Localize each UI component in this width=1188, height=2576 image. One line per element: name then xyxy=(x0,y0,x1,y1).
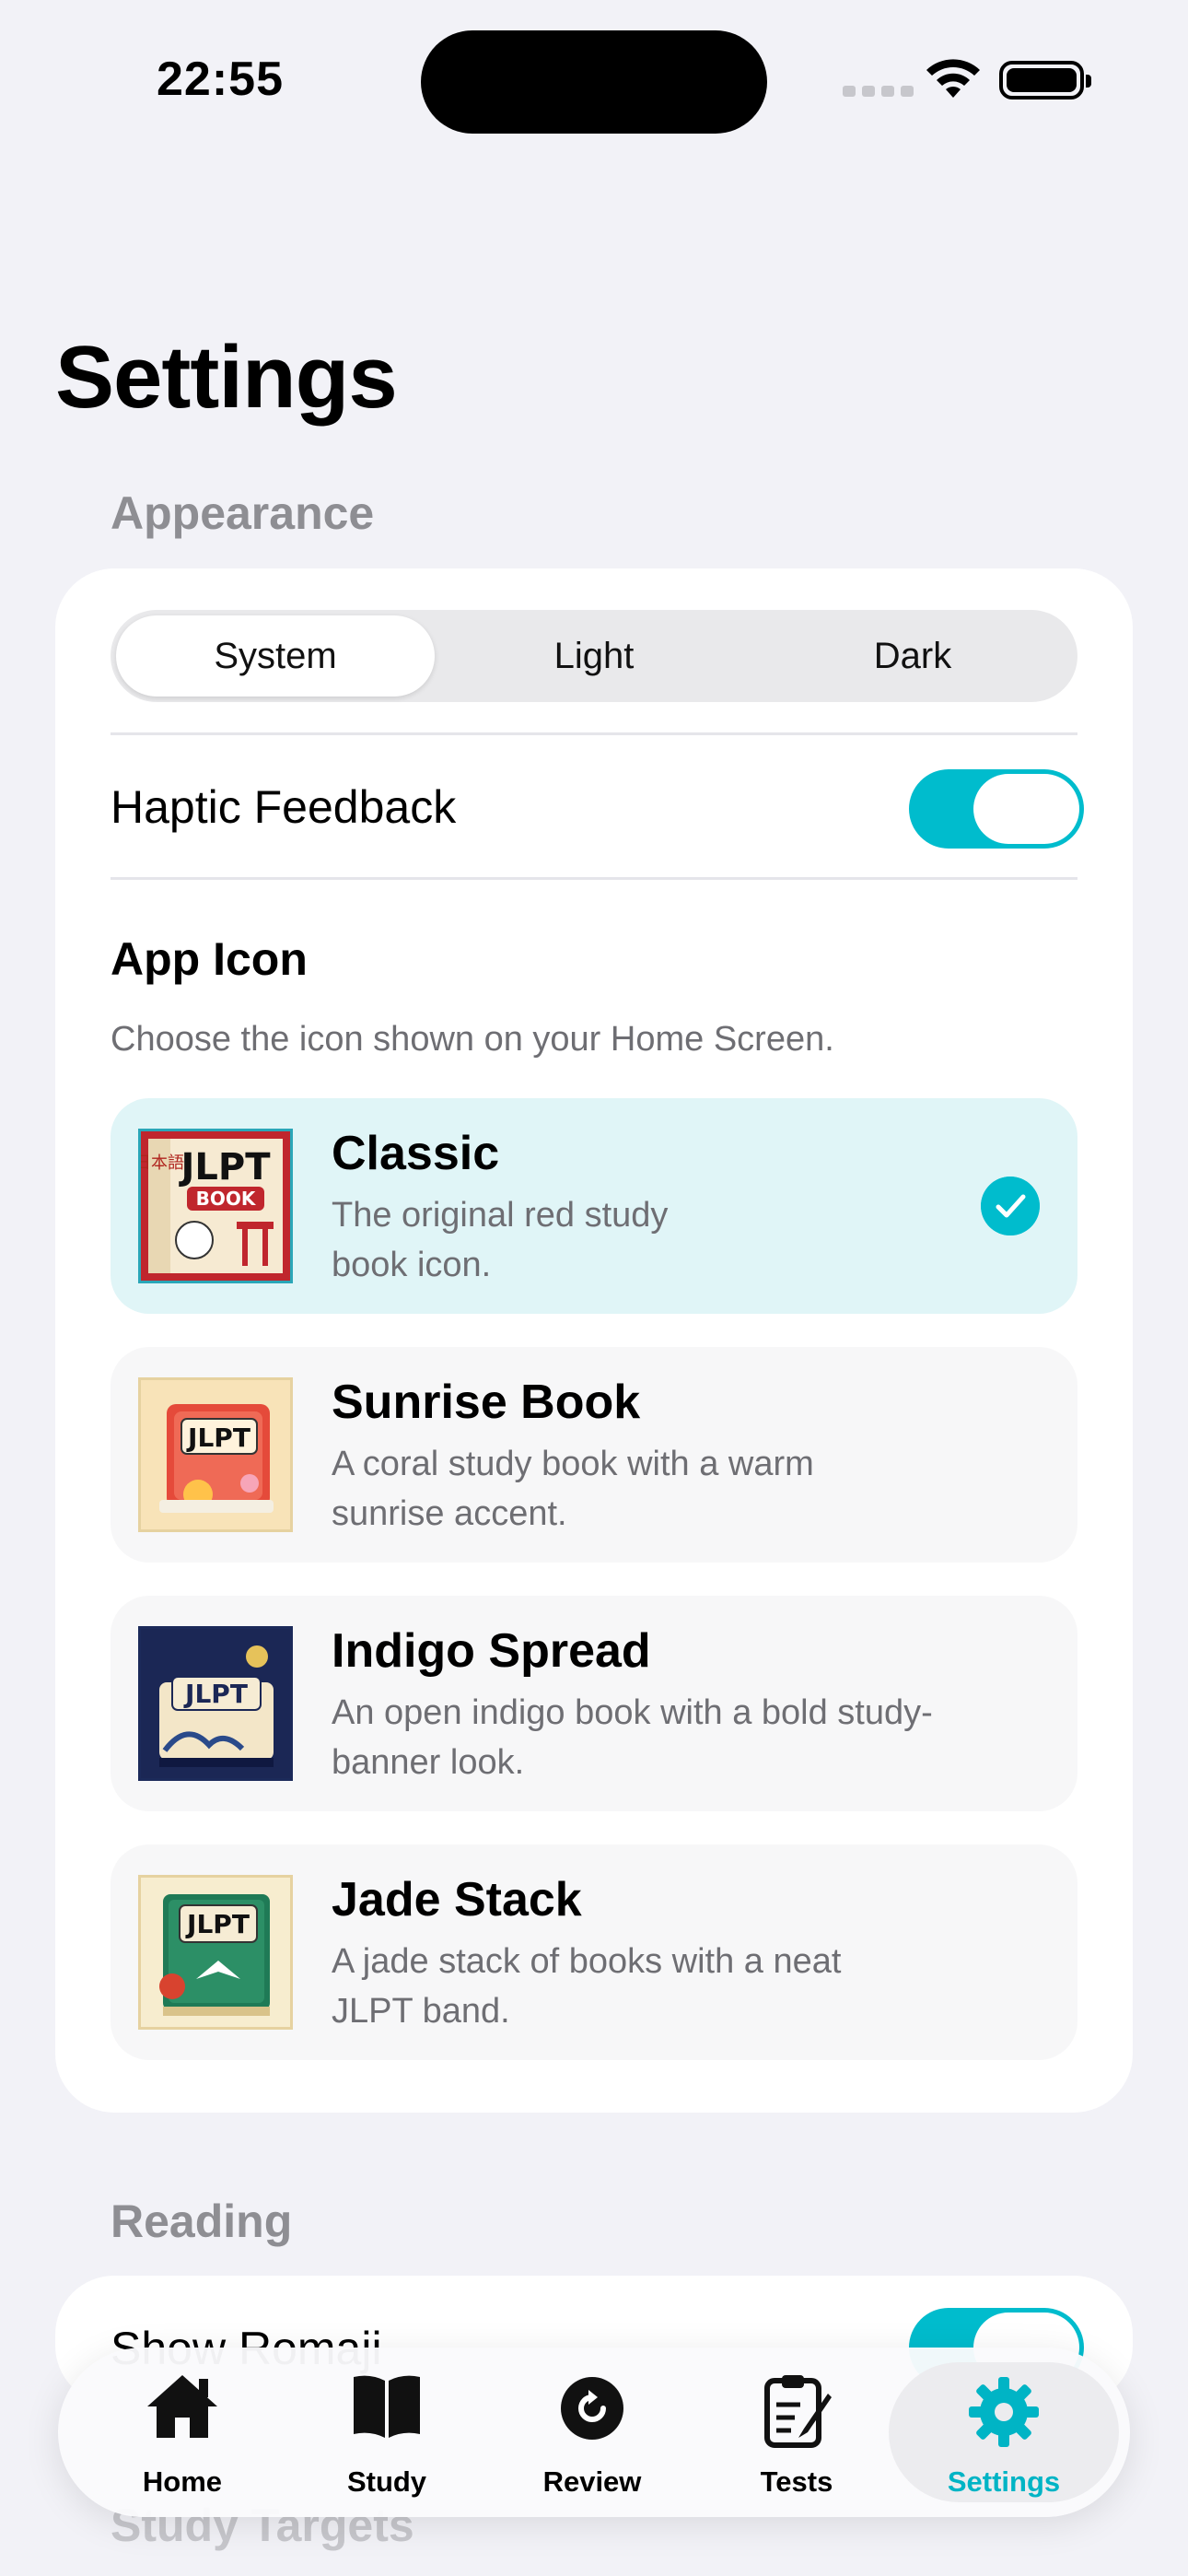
icon-option-name: Indigo Spread xyxy=(332,1624,651,1678)
tab-settings[interactable]: Settings xyxy=(889,2362,1119,2502)
tab-bar: Home Study Review Tests Settings xyxy=(58,2348,1130,2517)
haptic-feedback-label: Haptic Feedback xyxy=(111,781,457,833)
indigo-spread-app-icon: JLPT xyxy=(138,1626,293,1781)
icon-option-classic[interactable]: 日本語 JLPT BOOK Classic The original red s… xyxy=(111,1098,1077,1314)
tab-tests[interactable]: Tests xyxy=(705,2348,889,2517)
tab-label: Review xyxy=(542,2465,642,2498)
icon-option-name: Sunrise Book xyxy=(332,1376,641,1429)
icon-option-desc: The original red study book icon. xyxy=(332,1196,669,1284)
book-icon xyxy=(354,2375,420,2438)
jlpt-art-text: JLPT xyxy=(185,1909,250,1939)
section-header-appearance: Appearance xyxy=(111,487,375,539)
app-icon-title: App Icon xyxy=(111,933,308,985)
wifi-icon xyxy=(926,59,980,98)
clipboard-icon xyxy=(764,2375,832,2448)
divider xyxy=(111,877,1077,880)
theme-segmented-control[interactable]: System Light Dark xyxy=(111,610,1077,702)
tab-label: Settings xyxy=(947,2465,1061,2498)
house-icon xyxy=(147,2375,217,2438)
sunrise-book-app-icon: JLPT xyxy=(138,1377,293,1532)
jlpt-art-text: JLPT xyxy=(179,1146,272,1188)
dynamic-island xyxy=(421,30,767,134)
icon-option-desc: An open indigo book with a bold study-ba… xyxy=(332,1693,933,1782)
theme-option-system[interactable]: System xyxy=(116,615,435,697)
status-time: 22:55 xyxy=(157,53,284,106)
icon-option-jade-stack[interactable]: JLPT Jade Stack A jade stack of books wi… xyxy=(111,1844,1077,2060)
jlpt-art-text: JLPT xyxy=(183,1679,248,1709)
book-art-text: BOOK xyxy=(196,1188,257,1210)
icon-option-desc: A jade stack of books with a neat JLPT ba… xyxy=(332,1942,842,2031)
tab-label: Study xyxy=(346,2465,427,2498)
icon-option-name: Jade Stack xyxy=(332,1873,582,1926)
icon-option-indigo-spread[interactable]: JLPT Indigo Spread An open indigo book w… xyxy=(111,1596,1077,1811)
divider xyxy=(111,732,1077,735)
icon-option-desc: A coral study book with a warm sunrise ac… xyxy=(332,1445,814,1533)
icon-option-name: Classic xyxy=(332,1127,500,1180)
tab-label: Home xyxy=(142,2465,223,2498)
gear-icon xyxy=(969,2377,1039,2447)
review-icon xyxy=(561,2377,623,2440)
tab-home[interactable]: Home xyxy=(90,2348,274,2517)
theme-option-light[interactable]: Light xyxy=(435,615,753,697)
tab-label: Tests xyxy=(760,2465,833,2498)
tab-review[interactable]: Review xyxy=(500,2348,684,2517)
classic-app-icon: 日本語 JLPT BOOK xyxy=(138,1129,293,1283)
cellular-signal-icon xyxy=(843,86,914,97)
app-icon-subtitle: Choose the icon shown on your Home Scree… xyxy=(111,1020,834,1059)
nihongo-art-text: 日本語 xyxy=(141,1153,184,1173)
tab-study[interactable]: Study xyxy=(295,2348,479,2517)
haptic-feedback-toggle[interactable] xyxy=(909,769,1084,849)
battery-icon xyxy=(999,61,1091,100)
status-bar: 22:55 xyxy=(0,0,1188,157)
appearance-card: System Light Dark Haptic Feedback App Ic… xyxy=(55,568,1133,2113)
jlpt-art-text: JLPT xyxy=(186,1423,250,1453)
icon-option-sunrise-book[interactable]: JLPT Sunrise Book A coral study book wit… xyxy=(111,1347,1077,1563)
checkmark-icon xyxy=(981,1177,1040,1235)
section-header-reading: Reading xyxy=(111,2195,293,2247)
toggle-knob xyxy=(973,774,1079,844)
page-title: Settings xyxy=(55,328,398,427)
jade-stack-app-icon: JLPT xyxy=(138,1875,293,2030)
theme-option-dark[interactable]: Dark xyxy=(753,615,1072,697)
